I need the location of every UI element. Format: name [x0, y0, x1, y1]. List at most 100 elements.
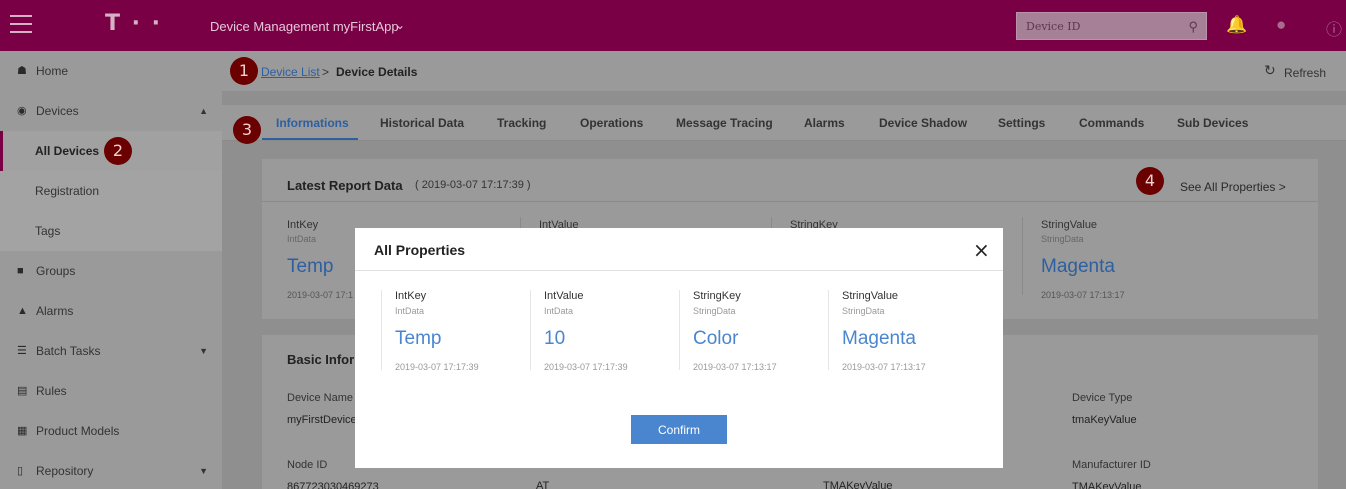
tab-commands[interactable]: Commands	[1079, 116, 1144, 130]
close-icon[interactable]: ×	[973, 238, 990, 262]
property-item: IntValue IntData 10 2019-03-07 17:17:39	[544, 290, 628, 372]
sidebar-item-groups[interactable]: ■ Groups	[0, 251, 222, 291]
grid-icon: ▦	[17, 425, 28, 437]
info-value: TMAKeyValue	[1072, 481, 1142, 489]
modal-header: All Properties ×	[355, 228, 1003, 271]
sidebar-item-batch-tasks[interactable]: ☰ Batch Tasks ▼	[0, 331, 222, 371]
user-icon[interactable]: ●	[1276, 15, 1286, 35]
property-item: StringValue StringData Magenta 2019-03-0…	[842, 290, 926, 372]
property-time: 2019-03-07 17:13:17	[693, 362, 777, 372]
divider	[1022, 217, 1023, 295]
divider	[530, 290, 531, 370]
see-all-properties-link[interactable]: See All Properties >	[1180, 180, 1286, 194]
all-properties-modal: All Properties × IntKey IntData Temp 201…	[355, 228, 1003, 468]
bell-icon: ▲	[17, 305, 28, 317]
info-field: AT	[536, 480, 549, 489]
sidebar-item-tags[interactable]: Tags	[0, 211, 222, 251]
menu-icon[interactable]	[10, 15, 32, 33]
search-input[interactable]	[1017, 13, 1177, 39]
home-icon: ☗	[17, 65, 27, 77]
sidebar-item-rules[interactable]: ▤ Rules	[0, 371, 222, 411]
callout-marker: 4	[1136, 167, 1164, 195]
property-key: StringValue	[1041, 219, 1098, 231]
divider	[679, 290, 680, 370]
divider	[262, 201, 1318, 202]
tab-device-shadow[interactable]: Device Shadow	[879, 116, 967, 130]
property-value: Color	[693, 328, 739, 349]
property-service: IntData	[395, 306, 425, 316]
top-bar: T · · Device Management myFirstApp ⌄ ⚲ 🔔…	[0, 0, 1346, 51]
app-selector-label[interactable]: Device Management myFirstApp	[210, 19, 399, 34]
modal-title: All Properties	[374, 242, 466, 258]
basic-info-title: Basic Infor	[287, 352, 355, 367]
property-value: 10	[544, 328, 566, 349]
sidebar-item-label: Product Models	[36, 424, 120, 438]
divider	[381, 290, 382, 370]
sidebar-item-label: Alarms	[36, 304, 74, 318]
sidebar-item-label: Repository	[36, 464, 94, 478]
info-field: Device Type tmaKeyValue	[1072, 392, 1137, 426]
tab-historical-data[interactable]: Historical Data	[380, 116, 464, 130]
sidebar-item-repository[interactable]: ▯ Repository ▼	[0, 451, 222, 489]
breadcrumb-separator: >	[322, 65, 330, 79]
property-value: Temp	[287, 256, 334, 277]
info-value: tmaKeyValue	[1072, 414, 1137, 426]
sidebar-item-product-models[interactable]: ▦ Product Models	[0, 411, 222, 451]
sidebar-item-label: Home	[36, 64, 69, 78]
property-value: Temp	[395, 328, 442, 349]
property-item: IntKey IntData Temp 2019-03-07 17:1	[287, 219, 353, 300]
sidebar-item-alarms[interactable]: ▲ Alarms	[0, 291, 222, 331]
property-item: StringValue StringData Magenta 2019-03-0…	[1041, 219, 1125, 300]
device-search: ⚲	[1016, 12, 1207, 40]
divider	[828, 290, 829, 370]
property-key: IntValue	[544, 290, 584, 302]
refresh-icon[interactable]: ↻	[1264, 62, 1276, 79]
tab-operations[interactable]: Operations	[580, 116, 643, 130]
chevron-down-icon[interactable]: ▼	[199, 331, 208, 371]
search-icon[interactable]: ⚲	[1188, 19, 1198, 35]
property-time: 2019-03-07 17:13:17	[842, 362, 926, 372]
property-time: 2019-03-07 17:1	[287, 290, 354, 300]
property-item: StringKey StringData Color 2019-03-07 17…	[693, 290, 777, 372]
property-service: IntData	[287, 234, 317, 244]
property-value: Magenta	[842, 328, 916, 349]
bell-icon[interactable]: 🔔	[1226, 15, 1247, 35]
property-time: 2019-03-07 17:17:39	[395, 362, 479, 372]
list-icon: ☰	[17, 345, 27, 357]
chevron-down-icon[interactable]: ⌄	[395, 18, 405, 32]
sidebar-item-home[interactable]: ☗ Home	[0, 51, 222, 91]
sidebar-item-label: Tags	[35, 224, 61, 238]
chevron-down-icon[interactable]: ▼	[199, 451, 208, 489]
tab-settings[interactable]: Settings	[998, 116, 1045, 130]
callout-marker: 3	[233, 116, 261, 144]
breadcrumb-current: Device Details	[336, 65, 418, 79]
refresh-button[interactable]: Refresh	[1284, 66, 1326, 80]
sidebar-item-registration[interactable]: Registration	[0, 171, 222, 211]
tab-sub-devices[interactable]: Sub Devices	[1177, 116, 1248, 130]
tab-message-tracing[interactable]: Message Tracing	[676, 116, 773, 130]
info-label: Device Type	[1072, 392, 1133, 404]
info-field: TMAKeyValue	[823, 480, 893, 489]
sidebar-item-devices[interactable]: ◉ Devices ▲	[0, 91, 222, 131]
sidebar-item-label: Groups	[36, 264, 76, 278]
info-value: 867723030469273	[287, 481, 379, 489]
latest-report-time: ( 2019-03-07 17:17:39 )	[415, 179, 531, 191]
info-value: myFirstDevice	[287, 414, 357, 426]
help-icon[interactable]: ⓘ	[1326, 16, 1342, 40]
property-value: Magenta	[1041, 256, 1115, 277]
sidebar-item-label: Batch Tasks	[36, 344, 101, 358]
confirm-button[interactable]: Confirm	[631, 415, 727, 444]
info-label: Manufacturer ID	[1072, 459, 1151, 471]
active-tab-indicator	[262, 138, 358, 140]
breadcrumb-device-list-link[interactable]: Device List	[261, 65, 320, 79]
repository-icon: ▯	[17, 465, 24, 477]
property-key: IntKey	[287, 219, 319, 231]
tab-alarms[interactable]: Alarms	[804, 116, 845, 130]
info-label: Device Name	[287, 392, 354, 404]
property-service: StringData	[693, 306, 736, 316]
tab-tracking[interactable]: Tracking	[497, 116, 546, 130]
chevron-up-icon[interactable]: ▲	[199, 91, 208, 131]
property-service: StringData	[1041, 234, 1084, 244]
tab-informations[interactable]: Informations	[276, 116, 349, 130]
property-key: StringValue	[842, 290, 899, 302]
